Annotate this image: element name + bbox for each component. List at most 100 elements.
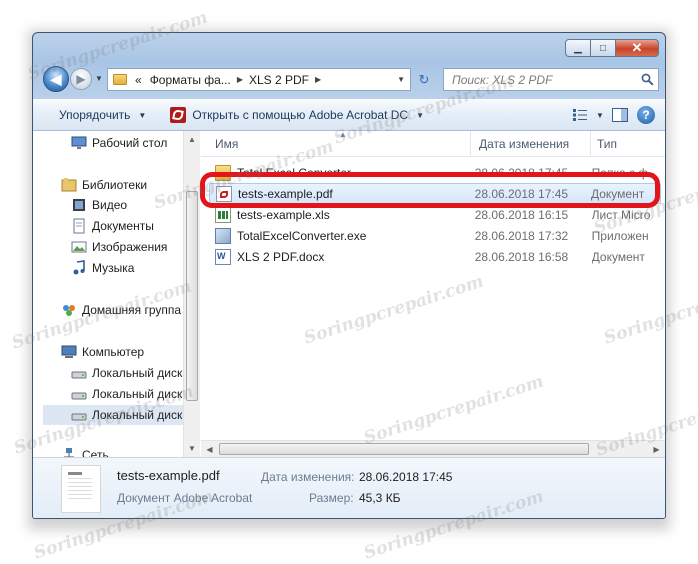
libraries-icon	[61, 178, 77, 192]
content-area: Рабочий стол Библиотеки Видео Документы …	[33, 131, 665, 458]
details-size-label: Размер:	[309, 491, 354, 505]
search-icon[interactable]	[641, 73, 654, 86]
sidebar-item-local-disk[interactable]: Локальный диск	[71, 363, 182, 383]
horizontal-scrollbar[interactable]: ◀ ▶	[201, 440, 665, 457]
file-type: Документ	[590, 186, 645, 201]
sidebar-item-label: Домашняя группа	[82, 303, 182, 317]
local-disk-icon	[71, 371, 87, 379]
sidebar-item-images[interactable]: Изображения	[71, 237, 167, 257]
view-options-button[interactable]	[567, 103, 593, 127]
docx-file-icon	[215, 248, 231, 265]
xls-file-icon	[215, 206, 231, 223]
file-name: Total Excel Converter	[237, 165, 352, 180]
exe-file-icon	[215, 227, 231, 244]
address-bar[interactable]: « Форматы фа... ▶ XLS 2 PDF ▶ ▼	[107, 68, 411, 91]
breadcrumb-separator[interactable]: ▶	[315, 75, 321, 84]
file-type: Приложен	[591, 228, 649, 243]
file-type: Лист Micro	[591, 207, 651, 222]
help-icon: ?	[637, 106, 655, 124]
file-date: 28.06.2018 17:32	[474, 228, 569, 243]
refresh-button[interactable]: ↻	[413, 68, 435, 91]
back-arrow-icon: ◀	[50, 70, 62, 87]
network-icon	[64, 448, 74, 457]
details-size-value: 45,3 КБ	[359, 491, 401, 505]
forward-button[interactable]: ▶	[70, 68, 92, 90]
sidebar-item-local-disk[interactable]: Локальный диск	[71, 384, 182, 404]
scrollbar-thumb[interactable]	[186, 191, 198, 401]
scrollbar-thumb[interactable]	[219, 443, 589, 455]
pdf-file-icon	[216, 185, 232, 202]
sidebar-item-local-disk[interactable]: Локальный диск	[43, 405, 183, 425]
search-placeholder: Поиск: XLS 2 PDF	[452, 72, 553, 87]
view-list-icon	[573, 109, 587, 121]
column-name-label: Имя	[215, 136, 239, 151]
view-dropdown[interactable]: ▼	[593, 103, 607, 127]
file-date: 28.06.2018 17:45	[474, 165, 569, 180]
scroll-left-arrow[interactable]: ◀	[201, 441, 218, 457]
organize-button[interactable]: Упорядочить ▼	[33, 103, 154, 127]
minimize-button[interactable]: ▁	[565, 39, 591, 57]
navigation-scrollbar[interactable]: ▲ ▼	[183, 131, 200, 457]
sidebar-item-label: Библиотеки	[82, 178, 148, 192]
open-with-label: Открыть с помощью Adobe Acrobat DC	[192, 108, 409, 122]
column-type[interactable]: Тип	[591, 131, 665, 156]
sidebar-item-homegroup[interactable]: Домашняя группа	[61, 300, 181, 320]
scroll-right-arrow[interactable]: ▶	[648, 441, 665, 457]
sidebar-item-label: Музыка	[92, 261, 135, 275]
local-disk-icon	[71, 392, 87, 400]
column-date[interactable]: Дата изменения	[473, 131, 591, 156]
sidebar-item-desktop[interactable]: Рабочий стол	[71, 133, 167, 153]
scroll-up-arrow[interactable]: ▲	[184, 131, 200, 148]
sidebar-item-label: Локальный диск	[92, 387, 183, 401]
sidebar-item-network[interactable]: Сеть	[61, 445, 109, 457]
details-file-type: Документ Adobe Acrobat	[117, 491, 253, 505]
chevron-down-icon: ▼	[138, 110, 147, 120]
scroll-down-arrow[interactable]: ▼	[184, 440, 200, 457]
back-button[interactable]: ◀	[43, 66, 69, 92]
window-controls: ▁ □ ✕	[565, 39, 659, 57]
navigation-bar: ◀ ▶ ▼ « Форматы фа... ▶ XLS 2 PDF ▶ ▼ ↻ …	[37, 65, 661, 95]
file-row[interactable]: tests-example.xls 28.06.2018 16:15 Лист …	[209, 204, 661, 225]
maximize-button[interactable]: □	[590, 39, 616, 57]
sidebar-item-libraries[interactable]: Библиотеки	[61, 175, 147, 195]
sidebar-item-label: Компьютер	[82, 345, 145, 359]
sidebar-item-label: Рабочий стол	[92, 136, 168, 150]
file-row[interactable]: XLS 2 PDF.docx 28.06.2018 16:58 Документ	[209, 246, 661, 267]
file-name: tests-example.pdf	[238, 186, 333, 201]
file-date: 28.06.2018 17:45	[474, 186, 569, 201]
navigation-pane: Рабочий стол Библиотеки Видео Документы …	[33, 131, 195, 457]
breadcrumb-prefix[interactable]: «	[135, 73, 142, 87]
sidebar-item-computer[interactable]: Компьютер	[61, 342, 144, 362]
sidebar-item-label: Документы	[92, 219, 154, 233]
file-row[interactable]: Total Excel Converter 28.06.2018 17:45 П…	[209, 162, 661, 183]
search-input[interactable]: Поиск: XLS 2 PDF	[443, 68, 659, 91]
recent-pages-dropdown[interactable]: ▼	[95, 74, 103, 83]
breadcrumb-xls2pdf[interactable]: XLS 2 PDF	[249, 73, 309, 87]
file-row[interactable]: TotalExcelConverter.exe 28.06.2018 17:32…	[209, 225, 661, 246]
preview-pane-button[interactable]	[607, 103, 633, 127]
open-with-button[interactable]: Открыть с помощью Adobe Acrobat DC ▼	[162, 103, 432, 127]
preview-pane-icon	[612, 108, 628, 122]
refresh-icon: ↻	[418, 71, 430, 87]
sidebar-item-music[interactable]: Музыка	[71, 258, 134, 278]
homegroup-icon	[63, 305, 75, 316]
file-row-selected[interactable]: tests-example.pdf 28.06.2018 17:45 Докум…	[209, 183, 661, 204]
close-button[interactable]: ✕	[615, 39, 659, 57]
sidebar-item-video[interactable]: Видео	[71, 195, 127, 215]
address-dropdown[interactable]: ▼	[392, 75, 410, 84]
command-toolbar: Упорядочить ▼ Открыть с помощью Adobe Ac…	[33, 99, 665, 131]
breadcrumb-separator[interactable]: ▶	[237, 75, 243, 84]
details-modified-value: 28.06.2018 17:45	[359, 470, 453, 484]
images-icon	[71, 241, 87, 253]
file-type: Документ	[591, 249, 645, 264]
sidebar-item-documents[interactable]: Документы	[71, 216, 154, 236]
local-disk-icon	[71, 413, 87, 421]
file-thumbnail	[61, 465, 101, 513]
file-date: 28.06.2018 16:58	[474, 249, 569, 264]
breadcrumb-formats[interactable]: Форматы фа...	[150, 73, 231, 87]
documents-icon	[73, 218, 85, 234]
folder-icon	[113, 74, 127, 85]
file-date: 28.06.2018 16:15	[474, 207, 569, 222]
help-button[interactable]: ?	[633, 103, 659, 127]
sidebar-item-label: Локальный диск	[92, 366, 183, 380]
